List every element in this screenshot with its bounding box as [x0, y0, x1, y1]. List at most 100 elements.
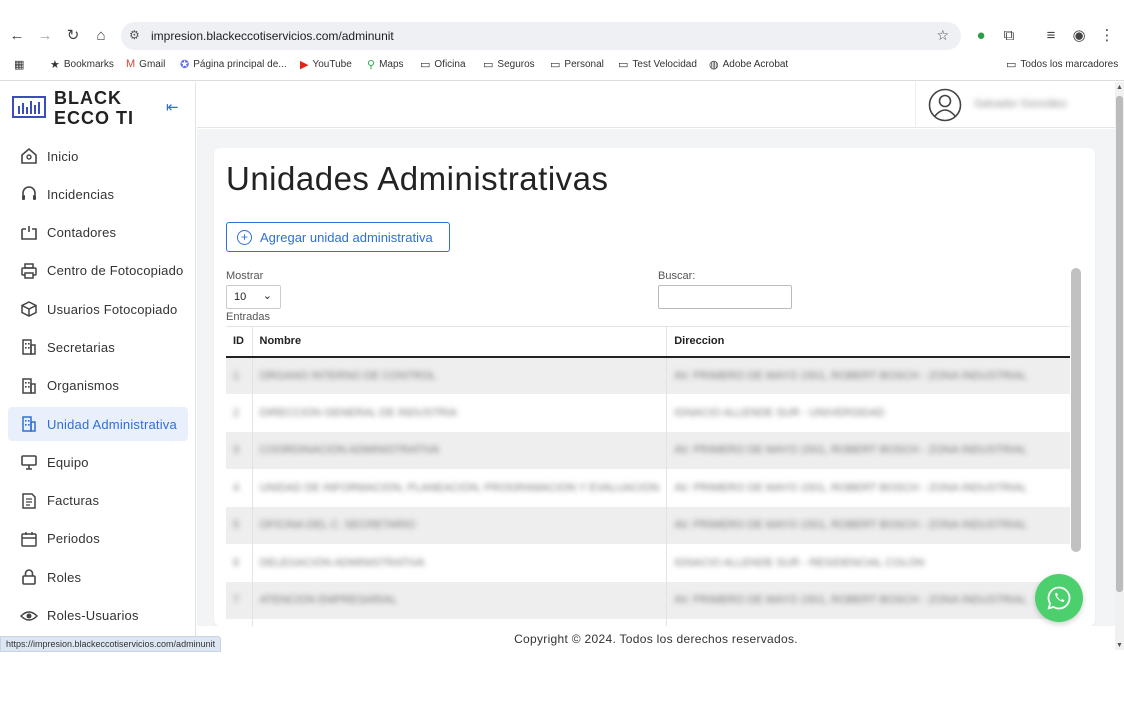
- youtube-icon: ▶: [300, 59, 309, 71]
- brand: BLACK ECCO TI ⇤: [12, 86, 192, 128]
- sidebar-item-label: Secretarias: [47, 339, 115, 355]
- table-scrollbar[interactable]: [1071, 268, 1081, 552]
- forward-icon[interactable]: →: [35, 26, 55, 46]
- sidebar-item-roles-usuarios[interactable]: Roles-Usuarios: [8, 599, 188, 633]
- apps-icon[interactable]: ▦: [14, 58, 24, 71]
- sidebar-item-facturas[interactable]: Facturas: [8, 484, 188, 518]
- cell-nombre: UNIDAD DE INFORMACIÓN, PLANEACIÓN, PROGR…: [251, 469, 667, 507]
- cell-nombre: ATENCIÓN EMPRESARIAL: [251, 581, 667, 619]
- calendar-icon: [21, 531, 37, 547]
- reload-icon[interactable]: ↻: [63, 26, 83, 46]
- bookmark-item[interactable]: ⚲ Maps: [367, 58, 404, 71]
- search-input[interactable]: [658, 285, 792, 309]
- bookmark-item[interactable]: ▭ Oficina: [420, 58, 466, 71]
- table-row[interactable]: 2 DIRECCIÓN GENERAL DE INDUSTRIA IGNACIO…: [226, 394, 1070, 432]
- profile-avatar-icon[interactable]: ◉: [1069, 26, 1089, 46]
- copyright-text: Copyright © 2024. Todos los derechos res…: [514, 632, 798, 646]
- cell-nombre: ÓRGANO INTERNO DE CONTROL: [251, 356, 667, 394]
- cell-direccion-text: IGNACIO ALLENDE SUR - UNIVERSIDAD: [674, 406, 885, 419]
- bookmark-item[interactable]: ✪ Página principal de...: [180, 58, 287, 71]
- sidebar-item-unidad-administrativa[interactable]: Unidad Administrativa: [8, 407, 188, 442]
- table-row[interactable]: 8: [226, 619, 1070, 626]
- all-bookmarks[interactable]: ▭ Todos los marcadores: [1006, 58, 1118, 71]
- plus-circle-icon: +: [237, 229, 252, 245]
- table-row[interactable]: 1 ÓRGANO INTERNO DE CONTROL AV. PRIMERO …: [226, 356, 1070, 394]
- extensions-icon[interactable]: ⧉: [999, 26, 1019, 46]
- extension-grammarly-icon[interactable]: ●: [971, 26, 991, 46]
- cell-id-text: 1: [233, 369, 240, 382]
- scroll-up-icon[interactable]: ▲: [1116, 84, 1123, 91]
- bookmark-item[interactable]: ◍ Adobe Acrobat: [709, 58, 788, 71]
- sidebar-item-contadores[interactable]: Contadores: [8, 216, 188, 250]
- user-name: Salvador González: [974, 98, 1067, 110]
- bookmark-item[interactable]: ▶ YouTube: [300, 58, 352, 71]
- brand-logo-icon: [12, 96, 46, 118]
- cell-direccion-text: AV. PRIMERO DE MAYO 1501, ROBERT BOSCH -…: [674, 594, 1027, 607]
- site-settings-icon[interactable]: ⚙: [129, 28, 140, 42]
- star-icon: ★: [50, 59, 60, 71]
- folder-icon: ▭: [1006, 59, 1017, 71]
- bookmark-label: Test Velocidad: [632, 59, 697, 70]
- scroll-down-icon[interactable]: ▼: [1116, 642, 1123, 649]
- address-url: impresion.blackeccotiservicios.com/admin…: [151, 29, 394, 43]
- bookmark-label: Maps: [379, 59, 404, 70]
- box-icon: [21, 301, 37, 318]
- chevron-down-icon: ⌄: [262, 290, 272, 302]
- sidebar-item-label: Incidencias: [47, 186, 115, 202]
- address-bar[interactable]: ⚙ impresion.blackeccotiservicios.com/adm…: [121, 22, 961, 50]
- bookmark-star-icon[interactable]: ☆: [936, 27, 949, 44]
- sidebar-item-organismos[interactable]: Organismos: [8, 369, 188, 403]
- bookmark-item[interactable]: ▭ Test Velocidad: [618, 58, 697, 71]
- sidebar-item-incidencias[interactable]: Incidencias: [8, 177, 188, 211]
- gmail-icon: M: [126, 58, 136, 70]
- cell-id-text: 3: [233, 444, 240, 457]
- sidebar-item-usuarios-fotocopiado[interactable]: Usuarios Fotocopiado: [8, 292, 188, 326]
- bookmark-item[interactable]: ★ Bookmarks: [50, 58, 114, 71]
- table-row[interactable]: 4 UNIDAD DE INFORMACIÓN, PLANEACIÓN, PRO…: [226, 469, 1070, 507]
- table-row[interactable]: 5 OFICINA DEL C. SECRETARIO AV. PRIMERO …: [226, 506, 1070, 544]
- home-icon[interactable]: ⌂: [91, 26, 111, 46]
- browser-menu-icon[interactable]: ⋮: [1097, 26, 1117, 46]
- sidebar-item-secretarias[interactable]: Secretarias: [8, 330, 188, 364]
- add-unit-button[interactable]: + Agregar unidad administrativa: [226, 222, 450, 252]
- back-icon[interactable]: ←: [7, 26, 27, 46]
- cell-nombre-text: DIRECCIÓN GENERAL DE INDUSTRIA: [259, 406, 458, 419]
- table-row[interactable]: 6 DELEGACIÓN ADMINISTRATIVA IGNACIO ALLE…: [226, 544, 1070, 582]
- building-icon: [22, 339, 36, 356]
- bookmark-item[interactable]: ▭ Seguros: [483, 58, 535, 71]
- eye-icon: [20, 610, 38, 621]
- bookmark-item[interactable]: M Gmail: [126, 58, 165, 70]
- bookmark-item[interactable]: ▭ Personal: [550, 58, 604, 71]
- sidebar-item-inicio[interactable]: Inicio: [8, 139, 188, 173]
- table-row[interactable]: 7 ATENCIÓN EMPRESARIAL AV. PRIMERO DE MA…: [226, 581, 1070, 619]
- cell-nombre: DELEGACIÓN ADMINISTRATIVA: [251, 544, 667, 582]
- whatsapp-button[interactable]: [1035, 574, 1083, 622]
- sidebar-nav: Inicio Incidencias Contadores Centro de …: [8, 139, 188, 637]
- entries-per-page-select[interactable]: 10 ⌄: [226, 285, 281, 309]
- chrome-divider: [0, 80, 1124, 81]
- folder-icon: ▭: [550, 59, 561, 71]
- cell-id-text: 7: [233, 594, 240, 607]
- column-header-id[interactable]: ID: [226, 326, 252, 358]
- cell-id-text: 6: [233, 556, 240, 569]
- column-header-nombre[interactable]: Nombre: [251, 326, 667, 358]
- sidebar-item-periodos[interactable]: Periodos: [8, 522, 188, 556]
- sidebar-item-centro-fotocopiado[interactable]: Centro de Fotocopiado: [8, 254, 188, 288]
- page-scroll-thumb[interactable]: [1116, 96, 1123, 592]
- cell-id: 5: [226, 506, 252, 544]
- sidebar-item-label: Unidad Administrativa: [47, 416, 177, 432]
- sidebar-item-roles[interactable]: Roles: [8, 560, 188, 594]
- user-menu[interactable]: Salvador González: [915, 82, 1115, 128]
- entries-label: Entradas: [226, 311, 271, 323]
- collapse-sidebar-icon[interactable]: ⇤: [166, 98, 179, 116]
- cell-direccion-text: AV. PRIMERO DE MAYO 1501, ROBERT BOSCH -…: [674, 444, 1027, 457]
- column-header-direccion[interactable]: Direccion: [666, 326, 1070, 358]
- cell-nombre: COORDINACIÓN ADMINISTRATIVA: [251, 431, 667, 469]
- media-control-icon[interactable]: ≡: [1041, 26, 1061, 46]
- browser-toolbar: ← → ↻ ⌂ ⚙ impresion.blackeccotiservicios…: [0, 22, 1124, 50]
- table-row[interactable]: 3 COORDINACIÓN ADMINISTRATIVA AV. PRIMER…: [226, 431, 1070, 469]
- sidebar-item-equipo[interactable]: Equipo: [8, 445, 188, 479]
- page-scrollbar[interactable]: ▲ ▼: [1115, 82, 1124, 650]
- sidebar-item-label: Inicio: [47, 148, 79, 164]
- all-bookmarks-label: Todos los marcadores: [1020, 59, 1119, 70]
